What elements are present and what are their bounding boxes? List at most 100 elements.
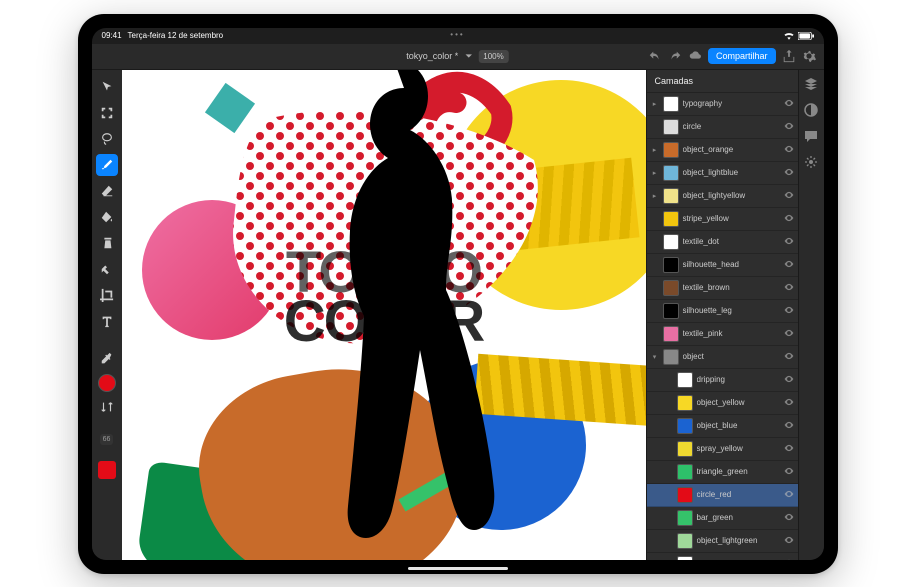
share-button[interactable]: Compartilhar [708,48,776,64]
chevron-down-icon[interactable] [464,52,472,60]
layer-name-label: bar_green [697,513,780,522]
layer-visibility-icon[interactable] [784,98,794,110]
layer-row[interactable]: background [647,553,798,560]
layer-row[interactable]: object_blue [647,415,798,438]
layer-visibility-icon[interactable] [784,305,794,317]
layer-row[interactable]: ▸object_orange [647,139,798,162]
swap-colors-icon[interactable] [96,396,118,418]
layer-row[interactable]: textile_dot [647,231,798,254]
document-title[interactable]: tokyo_color * [406,51,458,61]
layer-name-label: typography [683,99,780,108]
layer-name-label: object_yellow [697,398,780,407]
layer-visibility-icon[interactable] [784,558,794,560]
layer-row[interactable]: object_yellow [647,392,798,415]
transform-tool[interactable] [96,102,118,124]
layer-row[interactable]: circle_red [647,484,798,507]
layers-rail-icon[interactable] [803,76,819,92]
layer-row[interactable]: silhouette_head [647,254,798,277]
layer-row[interactable]: ▸object_lightblue [647,162,798,185]
layer-visibility-icon[interactable] [784,144,794,156]
foreground-color[interactable] [98,374,116,392]
layer-name-label: object_lightyellow [683,191,780,200]
layer-visibility-icon[interactable] [784,489,794,501]
settings-icon[interactable] [802,49,816,63]
layer-visibility-icon[interactable] [784,466,794,478]
layer-name-label: stripe_yellow [683,214,780,223]
screen: 09:41 Terça-feira 12 de setembro ••• tok… [92,28,824,560]
brush-size-indicator[interactable]: 66 [100,434,114,445]
fill-tool[interactable] [96,206,118,228]
color-swatch[interactable] [98,461,116,479]
export-icon[interactable] [782,49,796,63]
layer-visibility-icon[interactable] [784,374,794,386]
layer-thumbnail [663,119,679,135]
eraser-tool[interactable] [96,180,118,202]
redo-button[interactable] [668,49,682,63]
layer-row[interactable]: ▸ typography [647,93,798,116]
app-titlebar: tokyo_color * 100% Compartilhar [92,44,824,70]
app-body: 66 [92,70,824,560]
layer-visibility-icon[interactable] [784,535,794,547]
layer-visibility-icon[interactable] [784,282,794,294]
layer-row[interactable]: textile_pink [647,323,798,346]
layer-expand-arrow[interactable]: ▸ [651,169,659,177]
layer-visibility-icon[interactable] [784,236,794,248]
adjustments-rail-icon[interactable] [803,102,819,118]
crop-tool[interactable] [96,284,118,306]
layer-expand-arrow[interactable]: ▾ [651,353,659,361]
status-date: Terça-feira 12 de setembro [128,31,224,40]
layer-row[interactable]: ▾ object [647,346,798,369]
brush-tool[interactable] [96,154,118,176]
layer-visibility-icon[interactable] [784,121,794,133]
wifi-icon [784,32,794,40]
cloud-icon[interactable] [688,49,702,63]
layer-visibility-icon[interactable] [784,190,794,202]
artwork-title-text: TOKYO COLOR [284,248,483,347]
layer-visibility-icon[interactable] [784,397,794,409]
properties-rail-icon[interactable] [803,154,819,170]
layer-row[interactable]: dripping [647,369,798,392]
battery-icon [798,32,814,40]
layer-expand-arrow[interactable]: ▸ [651,100,659,108]
layer-thumbnail [663,257,679,273]
comments-rail-icon[interactable] [803,128,819,144]
layer-visibility-icon[interactable] [784,259,794,271]
layer-row[interactable]: ▸ object_lightyellow [647,185,798,208]
layer-row[interactable]: textile_brown [647,277,798,300]
canvas-area[interactable]: TOKYO COLOR [122,70,646,560]
layer-visibility-icon[interactable] [784,420,794,432]
layer-name-label: textile_dot [683,237,780,246]
layer-row[interactable]: spray_yellow [647,438,798,461]
layer-row[interactable]: circle [647,116,798,139]
layer-name-label: object [683,352,780,361]
layer-expand-arrow[interactable]: ▸ [651,192,659,200]
layer-expand-arrow[interactable]: ▸ [651,146,659,154]
artboard[interactable]: TOKYO COLOR [122,70,646,560]
layer-visibility-icon[interactable] [784,351,794,363]
multitask-handle-icon[interactable]: ••• [450,30,464,39]
heal-tool[interactable] [96,258,118,280]
layer-row[interactable]: object_lightgreen [647,530,798,553]
layer-row[interactable]: triangle_green [647,461,798,484]
layer-row[interactable]: stripe_yellow [647,208,798,231]
type-tool[interactable] [96,310,118,332]
layer-thumbnail [677,418,693,434]
layer-visibility-icon[interactable] [784,167,794,179]
lasso-tool[interactable] [96,128,118,150]
zoom-level[interactable]: 100% [478,50,508,63]
layer-name-label: silhouette_leg [683,306,780,315]
layer-name-label: spray_yellow [697,444,780,453]
layer-visibility-icon[interactable] [784,213,794,225]
ipad-device-frame: 09:41 Terça-feira 12 de setembro ••• tok… [78,14,838,574]
layer-visibility-icon[interactable] [784,512,794,524]
layer-row[interactable]: bar_green [647,507,798,530]
layer-visibility-icon[interactable] [784,328,794,340]
layer-visibility-icon[interactable] [784,443,794,455]
tools-toolbar: 66 [92,70,122,560]
layer-row[interactable]: silhouette_leg [647,300,798,323]
clone-tool[interactable] [96,232,118,254]
eyedropper-tool[interactable] [96,348,118,370]
layer-thumbnail [663,142,679,158]
undo-button[interactable] [648,49,662,63]
move-tool[interactable] [96,76,118,98]
